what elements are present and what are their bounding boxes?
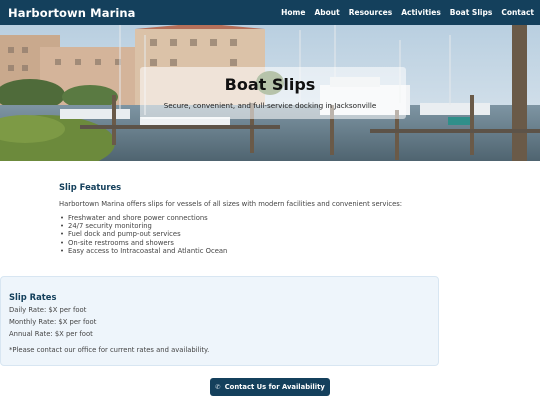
features-intro: Harbortown Marina offers slips for vesse…	[59, 200, 403, 208]
features-list: Freshwater and shore power connections 2…	[59, 214, 459, 255]
cta-label: Contact Us for Availability	[224, 383, 325, 391]
nav-boat-slips[interactable]: Boat Slips	[450, 8, 493, 17]
monthly-rate: Monthly Rate: $X per foot	[9, 318, 97, 326]
daily-rate: Daily Rate: $X per foot	[9, 306, 87, 314]
list-item: On-site restrooms and showers	[60, 239, 459, 247]
top-navbar: Harbortown Marina Home About Resources A…	[0, 0, 540, 25]
rates-note: *Please contact our office for current r…	[9, 346, 210, 354]
nav-home[interactable]: Home	[281, 8, 305, 17]
list-item: Easy access to Intracoastal and Atlantic…	[60, 247, 459, 255]
site-brand[interactable]: Harbortown Marina	[8, 6, 136, 20]
hero-banner: Boat Slips Secure, convenient, and full-…	[0, 25, 540, 161]
page-title: Boat Slips	[224, 75, 316, 94]
slip-rates-card: Slip Rates Daily Rate: $X per foot Month…	[0, 276, 439, 366]
slip-features-section: Slip Features Harbortown Marina offers s…	[59, 182, 459, 255]
nav-about[interactable]: About	[314, 8, 339, 17]
list-item: 24/7 security monitoring	[60, 222, 459, 230]
rates-heading: Slip Rates	[9, 292, 57, 302]
nav-resources[interactable]: Resources	[349, 8, 393, 17]
contact-availability-button[interactable]: ✆ Contact Us for Availability	[210, 378, 330, 396]
features-heading: Slip Features	[59, 182, 122, 192]
phone-icon: ✆	[215, 383, 221, 391]
nav-contact[interactable]: Contact	[501, 8, 534, 17]
annual-rate: Annual Rate: $X per foot	[9, 330, 93, 338]
page-subtitle: Secure, convenient, and full-service doc…	[163, 101, 377, 110]
nav-activities[interactable]: Activities	[401, 8, 441, 17]
list-item: Fuel dock and pump-out services	[60, 230, 459, 238]
list-item: Freshwater and shore power connections	[60, 214, 459, 222]
nav-links: Home About Resources Activities Boat Sli…	[272, 8, 534, 17]
